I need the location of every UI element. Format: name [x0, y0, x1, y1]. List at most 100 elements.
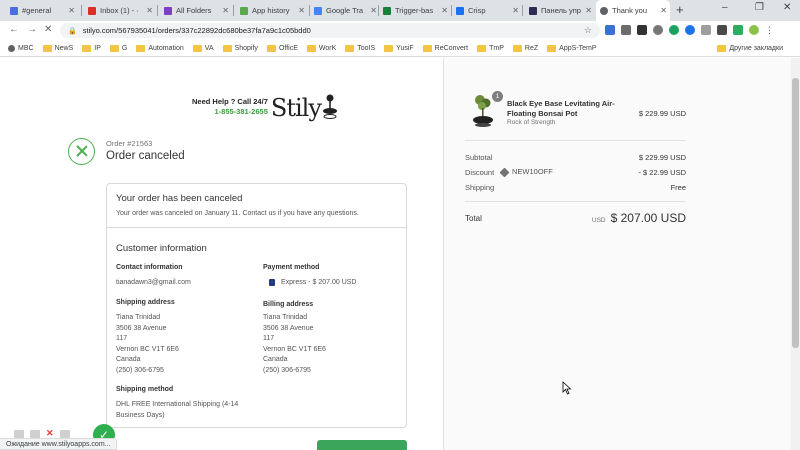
folder-icon[interactable] — [30, 429, 40, 438]
bookmark-label: WorK — [318, 44, 337, 52]
discount-code: NEW10OFF — [499, 167, 553, 177]
close-load-icon[interactable]: ✕ — [44, 24, 52, 35]
close-window-icon[interactable]: ✕ — [783, 2, 791, 13]
bookmark-office[interactable]: OfficE — [266, 44, 298, 52]
product-variant: Rock of Strength — [507, 119, 556, 126]
folder-icon — [222, 44, 232, 52]
bookmark-apps-temp[interactable]: AppS-TemP — [547, 44, 597, 52]
bookmark-ip[interactable]: IP — [82, 44, 101, 52]
menu-icon[interactable]: ⋮ — [765, 25, 775, 35]
extension-icon[interactable] — [701, 25, 711, 35]
continue-shopping-button[interactable] — [317, 440, 407, 450]
tab-close-icon[interactable]: ✕ — [68, 6, 75, 15]
tab-inbox[interactable]: Inbox (1) - · ✕ — [84, 0, 156, 21]
folder-icon — [512, 44, 522, 52]
address-line: Tiana Trinidad — [263, 314, 308, 321]
extension-icon[interactable] — [605, 25, 615, 35]
folder-icon — [192, 44, 202, 52]
address-line: Tiana Trinidad — [116, 314, 161, 321]
scrollbar-thumb[interactable] — [792, 78, 799, 348]
gmail-icon — [88, 6, 96, 15]
extensions-row: ⋮ — [605, 25, 775, 35]
shipping-method-value: DHL FREE International Shipping (4-14 Bu… — [116, 401, 239, 419]
tab-trigger[interactable]: Trigger-bas ✕ — [379, 0, 451, 21]
product-thumbnail — [472, 94, 494, 128]
tab-crisp[interactable]: Crisp ✕ — [452, 0, 522, 21]
bookmark-work[interactable]: WorK — [306, 44, 337, 52]
tab-close-icon[interactable]: ✕ — [298, 6, 305, 15]
crisp-icon — [456, 6, 464, 15]
product-price: $ 229.99 USD — [638, 109, 686, 118]
extension-icon[interactable] — [669, 25, 679, 35]
forward-icon[interactable]: → — [27, 24, 37, 35]
folder-icon — [109, 44, 119, 52]
profile-avatar[interactable] — [749, 25, 759, 35]
product-name: Black Eye Base Levitating Air-Floating B… — [507, 99, 615, 118]
canceled-status-icon — [68, 138, 95, 165]
minimize-icon[interactable]: – — [722, 2, 728, 13]
payment-method-label: Payment method — [263, 264, 320, 271]
tab-favicon-icon — [10, 6, 18, 15]
back-icon[interactable]: ← — [9, 24, 19, 35]
help-contact: Need Help ? Call 24/7 1-855-381-2655 — [192, 97, 268, 117]
bookmark-shopify[interactable]: Shopify — [222, 44, 258, 52]
tab-close-icon[interactable]: ✕ — [370, 6, 377, 15]
tab-close-icon[interactable]: ✕ — [512, 6, 519, 15]
tab-strip: #general ✕ Inbox (1) - · ✕ All Folders ✕ Ap… — [0, 0, 800, 21]
tab-close-icon[interactable]: ✕ — [222, 6, 229, 15]
bookmark-mbc[interactable]: MBC — [8, 44, 34, 52]
camera-icon[interactable] — [14, 429, 24, 438]
extension-icon[interactable] — [717, 25, 727, 35]
bookmark-star-icon[interactable]: ☆ — [584, 25, 592, 36]
other-bookmarks[interactable]: Другие закладки — [717, 44, 783, 52]
tab-all-folders[interactable]: All Folders ✕ — [160, 0, 232, 21]
tab-close-icon[interactable]: ✕ — [660, 6, 667, 15]
tab-label: App historу — [252, 6, 290, 15]
folder-icon — [82, 44, 92, 52]
folder-icon — [547, 44, 557, 52]
scrollbar[interactable] — [791, 58, 800, 450]
help-phone[interactable]: 1-855-381-2655 — [192, 107, 267, 117]
extension-icon[interactable] — [733, 25, 743, 35]
bookmark-tools[interactable]: TooIS — [345, 44, 375, 52]
folder-icon — [717, 44, 727, 52]
bookmark-label: MBC — [18, 44, 34, 52]
status-bar: Ожидание www.stilyoapps.com... — [0, 438, 118, 450]
stop-icon[interactable] — [59, 429, 70, 438]
bookmark-rez[interactable]: ReZ — [512, 44, 538, 52]
extension-icon[interactable] — [685, 25, 695, 35]
tab-general[interactable]: #general ✕ — [6, 0, 78, 21]
bookmark-automation[interactable]: Automation — [136, 44, 184, 52]
bookmark-g[interactable]: G — [109, 44, 127, 52]
bookmark-tmp[interactable]: TmP — [477, 44, 504, 52]
extension-icon[interactable] — [621, 25, 631, 35]
subtotal-value: $ 229.99 USD — [638, 153, 686, 162]
tab-close-icon[interactable]: ✕ — [585, 6, 592, 15]
tab-close-icon[interactable]: ✕ — [146, 6, 153, 15]
shipping-address: Tiana Trinidad 3506 38 Avenue 117 Vernon… — [116, 313, 179, 376]
tab-google-translate[interactable]: Google Tra ✕ — [310, 0, 380, 21]
discount-tag-icon — [499, 167, 510, 177]
bookmark-va[interactable]: VA — [192, 44, 214, 52]
cancel-heading: Your order has been canceled — [116, 193, 243, 204]
billing-address: Tiana Trinidad 3506 38 Avenue 117 Vernon… — [263, 313, 326, 376]
bookmark-yusif[interactable]: YusiF — [384, 44, 414, 52]
tab-thank-you[interactable]: Thank you ✕ — [596, 0, 670, 21]
store-logo[interactable]: Need Help ? Call 24/7 1-855-381-2655 Sti… — [192, 94, 338, 122]
address-line: Canada — [263, 356, 288, 363]
new-tab-icon[interactable]: + — [676, 2, 684, 17]
folder-icon — [306, 44, 316, 52]
address-line: (250) 306-6795 — [263, 366, 311, 374]
tab-label: All Folders — [176, 6, 212, 15]
extension-icon[interactable] — [637, 25, 647, 35]
tab-panel[interactable]: Панель упр ✕ — [525, 0, 595, 21]
maximize-icon[interactable]: ❐ — [755, 2, 764, 13]
billing-address-label: Billing address — [263, 301, 314, 308]
tab-close-icon[interactable]: ✕ — [441, 6, 448, 15]
extension-icon[interactable] — [653, 25, 663, 35]
tab-app-history[interactable]: App historу ✕ — [236, 0, 308, 21]
address-bar[interactable]: 🔒 stilyo.com/567935041/orders/337c22892d… — [60, 23, 600, 38]
bookmark-reconvert[interactable]: ReConvert — [422, 44, 468, 52]
address-line: 117 — [116, 335, 128, 342]
bookmark-news[interactable]: NewS — [42, 44, 73, 52]
